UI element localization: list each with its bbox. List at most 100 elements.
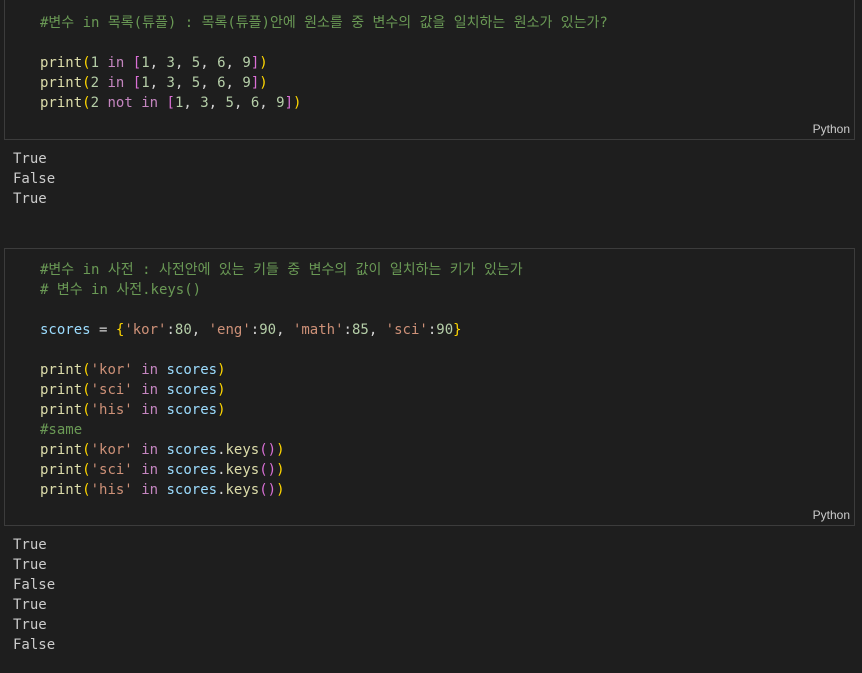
code-token: ( (82, 362, 91, 378)
code-token: 3 (166, 55, 175, 71)
code-token: not (107, 95, 133, 111)
code-token: 1 (141, 75, 150, 91)
code-token: = (90, 322, 116, 338)
code-token: , (233, 95, 251, 111)
code-token: in (141, 442, 159, 458)
code-token: ] (250, 75, 260, 91)
output-line: False (13, 171, 56, 187)
code-token: scores (166, 442, 218, 458)
code-token: ) (217, 382, 226, 398)
code-token: ] (284, 95, 293, 111)
code-editor-1[interactable]: #변수 in 목록(튜플) : 목록(튜플)안에 원소를 중 변수의 값을 일치… (40, 13, 608, 113)
code-line[interactable]: print('sci' in scores) (40, 380, 523, 400)
code-token: 90 (259, 322, 277, 338)
language-label-2[interactable]: Python (813, 508, 850, 522)
code-token: : (427, 322, 437, 338)
code-token: in (141, 382, 159, 398)
code-token: . (217, 442, 226, 458)
code-token: print (40, 75, 83, 91)
code-token: 'sci' (90, 382, 133, 398)
code-token: ] (250, 55, 260, 71)
code-token: , (208, 95, 226, 111)
code-token: scores (166, 402, 218, 418)
code-token: 5 (225, 95, 234, 111)
code-token: 'his' (90, 482, 133, 498)
code-token: 6 (250, 95, 260, 111)
code-token: [ (166, 95, 175, 111)
code-line[interactable]: print(2 not in [1, 3, 5, 6, 9]) (40, 93, 608, 113)
code-token: print (40, 402, 83, 418)
code-token: in (107, 75, 125, 91)
code-line[interactable]: print('sci' in scores.keys()) (40, 460, 523, 480)
code-token: ) (293, 95, 302, 111)
code-token: , (149, 75, 167, 91)
code-token: ) (259, 75, 268, 91)
code-token: scores (40, 322, 91, 338)
code-token: 5 (191, 55, 201, 71)
code-cell-2[interactable]: #변수 in 사전 : 사전안에 있는 키들 중 변수의 값이 일치하는 키가 … (4, 248, 855, 526)
code-token: ) (276, 482, 285, 498)
code-token: ) (276, 442, 285, 458)
code-token: () (259, 462, 277, 478)
code-token: ) (217, 362, 226, 378)
code-line[interactable]: print('kor' in scores.keys()) (40, 440, 523, 460)
code-token: : (166, 322, 175, 338)
code-line[interactable]: print(1 in [1, 3, 5, 6, 9]) (40, 53, 608, 73)
output-line: True (13, 557, 47, 573)
code-token: 'math' (292, 322, 344, 338)
code-token: 90 (436, 322, 454, 338)
code-line[interactable]: scores = {'kor':80, 'eng':90, 'math':85,… (40, 320, 523, 340)
code-line[interactable]: print('kor' in scores) (40, 360, 523, 380)
code-token: () (259, 482, 277, 498)
code-token: #same (40, 422, 83, 438)
code-token: [ (132, 55, 142, 71)
code-token: 9 (242, 75, 251, 91)
code-token: ( (82, 462, 91, 478)
code-token: ( (82, 402, 91, 418)
code-token: , (225, 55, 243, 71)
code-line[interactable] (40, 340, 523, 360)
code-line[interactable]: #변수 in 목록(튜플) : 목록(튜플)안에 원소를 중 변수의 값을 일치… (40, 13, 608, 33)
code-token: 9 (276, 95, 285, 111)
code-line[interactable]: # 변수 in 사전.keys() (40, 280, 523, 300)
code-token: , (149, 55, 167, 71)
code-token: 80 (174, 322, 192, 338)
code-editor-2[interactable]: #변수 in 사전 : 사전안에 있는 키들 중 변수의 값이 일치하는 키가 … (40, 260, 523, 500)
code-token: } (453, 322, 462, 338)
code-token: keys (225, 442, 260, 458)
code-token: , (259, 95, 277, 111)
code-token: . (217, 462, 226, 478)
code-token: print (40, 462, 83, 478)
code-line[interactable]: print(2 in [1, 3, 5, 6, 9]) (40, 73, 608, 93)
code-token: in (141, 95, 159, 111)
code-cell-1[interactable]: #변수 in 목록(튜플) : 목록(튜플)안에 원소를 중 변수의 값을 일치… (4, 0, 855, 140)
code-token: in (141, 362, 159, 378)
code-token: , (200, 55, 218, 71)
code-token: 5 (191, 75, 201, 91)
output-line: True (13, 537, 47, 553)
code-line[interactable]: #same (40, 420, 523, 440)
code-token: 'kor' (90, 362, 133, 378)
code-line[interactable]: #변수 in 사전 : 사전안에 있는 키들 중 변수의 값이 일치하는 키가 … (40, 260, 523, 280)
code-token: in (141, 462, 159, 478)
code-line[interactable]: print('his' in scores.keys()) (40, 480, 523, 500)
code-line[interactable] (40, 33, 608, 53)
code-token: ( (82, 75, 91, 91)
code-token: 'his' (90, 402, 133, 418)
code-line[interactable] (40, 300, 523, 320)
code-token: print (40, 442, 83, 458)
code-token: 6 (217, 75, 226, 91)
code-token: print (40, 95, 83, 111)
code-line[interactable]: print('his' in scores) (40, 400, 523, 420)
language-label-1[interactable]: Python (813, 122, 850, 136)
code-token: ( (82, 482, 91, 498)
code-token: in (141, 402, 159, 418)
